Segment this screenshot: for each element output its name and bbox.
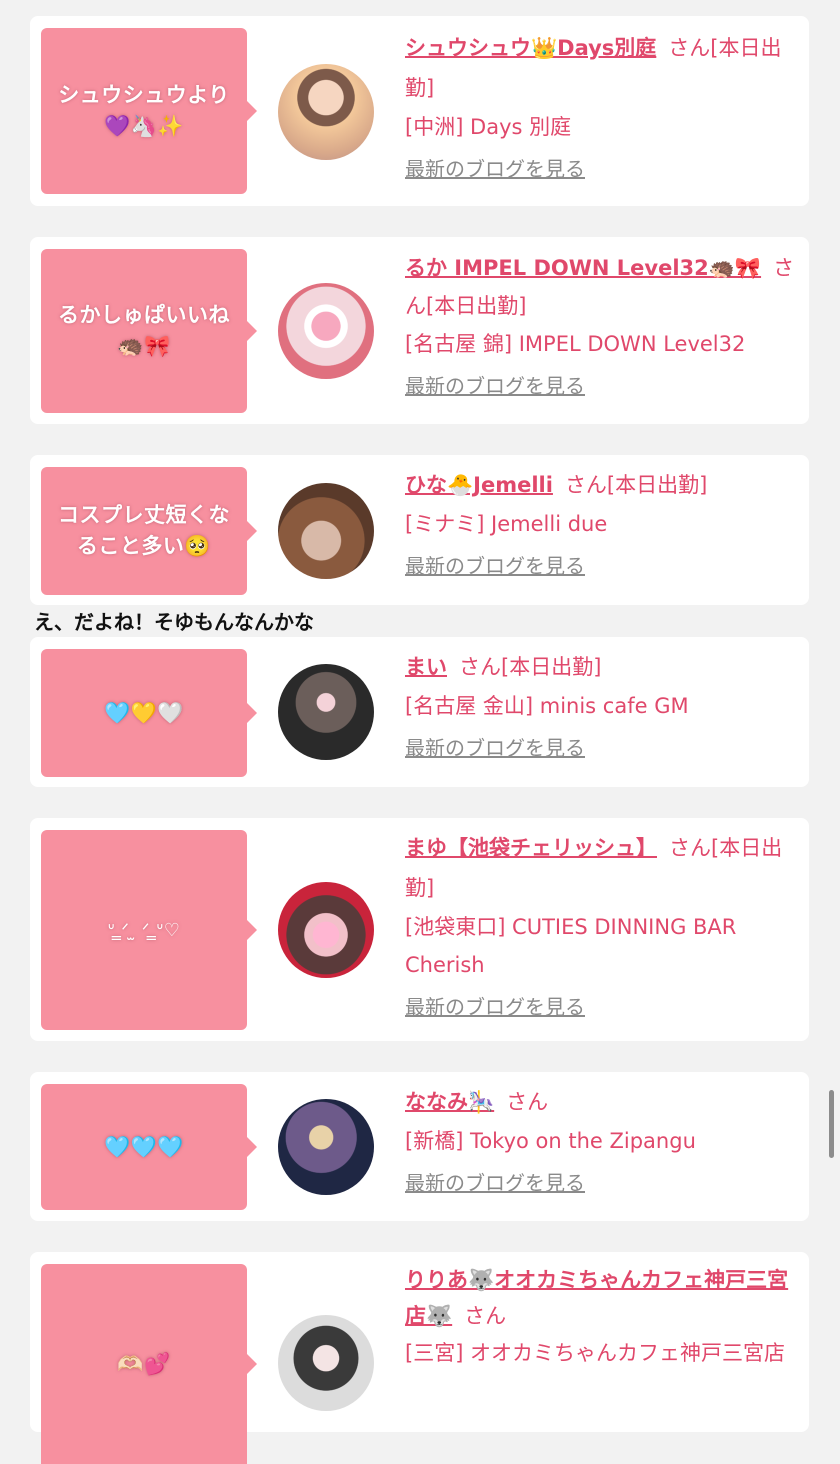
blog-link[interactable]: 最新のブログを見る: [405, 371, 585, 401]
comment-text: ᐡ ̳ᐟ ̫ ᐟ ̳ᐡ♡: [107, 919, 181, 941]
shop-name: [名古屋 錦] IMPEL DOWN Level32: [405, 332, 746, 356]
blog-link[interactable]: 最新のブログを見る: [405, 154, 585, 184]
comment-bubble: 🩵💛🤍: [41, 649, 257, 777]
avatar[interactable]: [278, 483, 374, 579]
blog-link[interactable]: 最新のブログを見る: [405, 1168, 585, 1198]
post-card: 🩵🩵🩵 ななみ🎠 さん [新橋] Tokyo on the Zipangu 最新の…: [30, 1072, 809, 1221]
comment-bubble: 🩵🩵🩵: [41, 1084, 257, 1210]
comment-bubble: るかしゅぱいいね🦔🎀: [41, 249, 257, 413]
comment-bubble: シュウシュウより💜🦄✨: [41, 28, 257, 194]
comment-text: 🩵💛🤍: [104, 700, 184, 725]
comment-text: コスプレ丈短くなること多い🥺: [58, 503, 230, 558]
post-card: るかしゅぱいいね🦔🎀 るか IMPEL DOWN Level32🦔🎀 さん[本日出…: [30, 237, 809, 424]
post-card: シュウシュウより💜🦄✨ シュウシュウ👑Days別庭 さん[本日出勤] [中洲] D…: [30, 16, 809, 206]
avatar[interactable]: [278, 664, 374, 760]
comment-bubble: 🫶🏻💕: [41, 1264, 257, 1464]
avatar[interactable]: [278, 1099, 374, 1195]
inline-comment: え、だよね！そゆもんなんかな: [34, 610, 314, 634]
post-card: ᐡ ̳ᐟ ̫ ᐟ ̳ᐡ♡ まゆ【池袋チェリッシュ】 さん[本日出勤] [池袋東口]…: [30, 818, 809, 1041]
shop-name: [新橋] Tokyo on the Zipangu: [405, 1129, 696, 1153]
cast-name-link[interactable]: まゆ【池袋チェリッシュ】: [405, 836, 657, 860]
cast-name-link[interactable]: ななみ🎠: [405, 1090, 494, 1114]
avatar[interactable]: [278, 64, 374, 160]
shop-name: [池袋東口] CUTIES DINNING BAR Cherish: [405, 915, 737, 977]
cast-status: さん: [464, 1304, 507, 1328]
blog-link[interactable]: 最新のブログを見る: [405, 551, 585, 581]
blog-link[interactable]: 最新のブログを見る: [405, 733, 585, 763]
comment-text: 🩵🩵🩵: [104, 1134, 184, 1159]
shop-name: [中洲] Days 別庭: [405, 115, 572, 139]
cast-name-link[interactable]: まい: [405, 655, 447, 679]
avatar[interactable]: [278, 882, 374, 978]
cast-name-link[interactable]: るか IMPEL DOWN Level32🦔🎀: [405, 256, 761, 280]
avatar[interactable]: [278, 1315, 374, 1411]
shop-name: [名古屋 金山] minis cafe GM: [405, 694, 689, 718]
post-card: コスプレ丈短くなること多い🥺 ひな🐣Jemelli さん[本日出勤] [ミナミ] …: [30, 455, 809, 605]
post-card: 🫶🏻💕 りりあ🐺オオカミちゃんカフェ神戸三宮店🐺 さん [三宮] オオカミちゃんカ…: [30, 1252, 809, 1464]
comment-text: るかしゅぱいいね🦔🎀: [58, 303, 230, 358]
cast-name-link[interactable]: ひな🐣Jemelli: [405, 473, 553, 497]
comment-text: 🫶🏻💕: [117, 1351, 171, 1376]
shop-name: [ミナミ] Jemelli due: [405, 512, 608, 536]
scrollbar-thumb[interactable]: [829, 1090, 834, 1158]
comment-bubble: ᐡ ̳ᐟ ̫ ᐟ ̳ᐡ♡: [41, 830, 257, 1030]
comment-bubble: コスプレ丈短くなること多い🥺: [41, 467, 257, 595]
blog-link[interactable]: 最新のブログを見る: [405, 992, 585, 1022]
cast-status: さん: [506, 1090, 549, 1114]
cast-status: さん[本日出勤]: [564, 473, 708, 497]
shop-name: [三宮] オオカミちゃんカフェ神戸三宮店: [405, 1341, 786, 1365]
cast-status: さん[本日出勤]: [459, 655, 602, 679]
avatar[interactable]: [278, 283, 374, 379]
post-card: 🩵💛🤍 まい さん[本日出勤] [名古屋 金山] minis cafe GM 最新…: [30, 637, 809, 787]
cast-name-link[interactable]: シュウシュウ👑Days別庭: [405, 36, 656, 60]
comment-text: シュウシュウより💜🦄✨: [58, 83, 230, 138]
cast-name-link[interactable]: りりあ🐺オオカミちゃんカフェ神戸三宮店🐺: [405, 1268, 788, 1328]
